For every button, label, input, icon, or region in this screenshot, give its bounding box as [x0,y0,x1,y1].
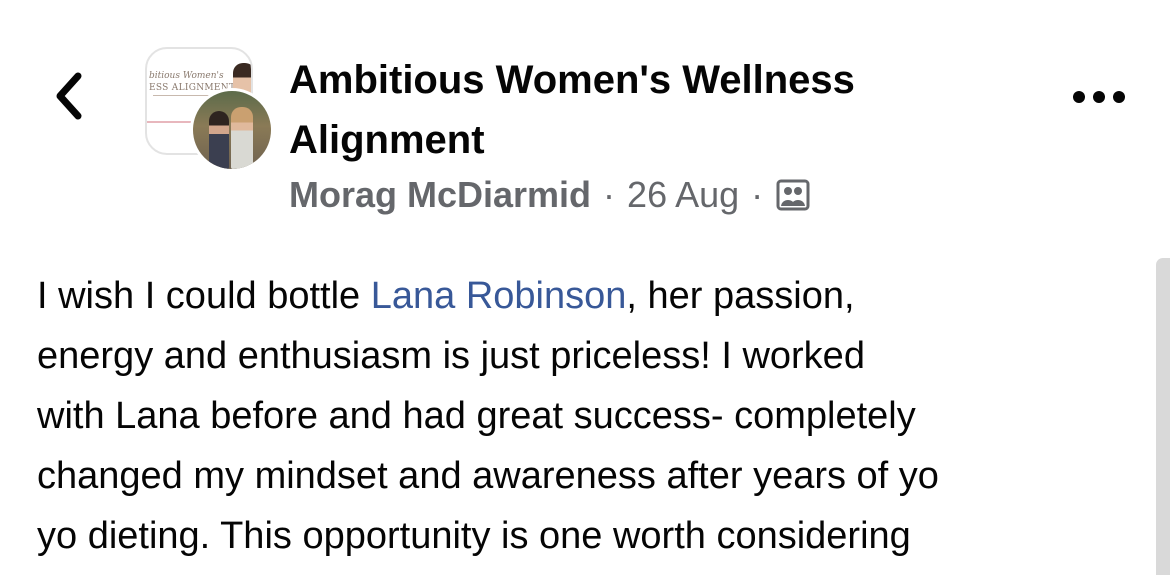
more-options-button[interactable] [1070,80,1128,114]
post-text-line: yo dieting. This opportunity is one wort… [37,515,911,557]
scrollbar-thumb[interactable] [1156,258,1170,575]
post-screen: bitious Women's ESS ALIGNMENT Ambitious … [0,0,1170,575]
mention-link[interactable]: Lana Robinson [371,275,627,317]
chevron-left-icon [56,72,82,120]
post-text: I wish I could bottle Lana Robinson, her… [37,266,1137,566]
post-text-segment: I wish I could bottle [37,275,371,317]
meta-separator: · [603,174,616,215]
author-avatar[interactable] [190,88,274,172]
group-name[interactable]: Ambitious Women's Wellness Alignment [289,50,1009,170]
post-meta: Morag McDiarmid · 26 Aug · [289,172,811,218]
meta-separator: · [751,174,764,215]
group-members-icon [775,177,811,213]
avatar-person-left [209,111,229,169]
author-name[interactable]: Morag McDiarmid [289,174,591,216]
post-date[interactable]: 26 Aug [627,174,739,216]
ellipsis-icon [1073,91,1125,103]
post-text-line: I wish I could bottle Lana Robinson, her… [37,266,1137,326]
avatar-person-right [231,107,253,169]
post-text-line: with Lana before and had great success- … [37,395,916,437]
post-text-segment: , her passion, [626,275,855,317]
post-text-line: changed my mindset and awareness after y… [37,455,939,497]
back-button[interactable] [48,66,92,126]
avatar-stack[interactable]: bitious Women's ESS ALIGNMENT [143,45,274,172]
post-text-line: energy and enthusiasm is just priceless!… [37,335,865,377]
